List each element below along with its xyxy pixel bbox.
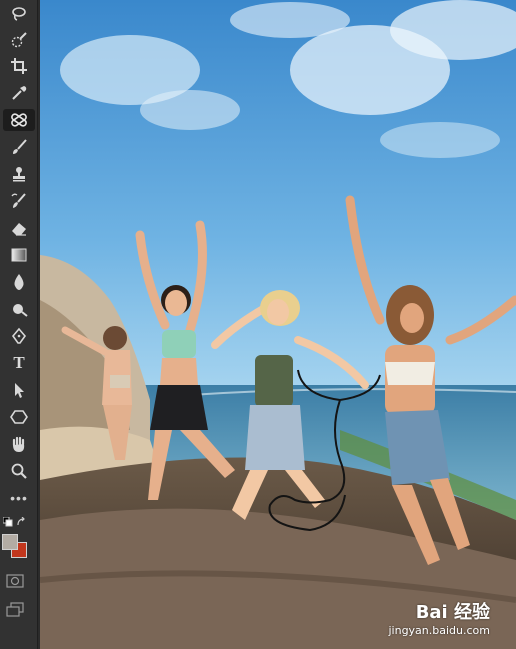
blur-tool[interactable]	[3, 271, 35, 293]
default-colors-icon[interactable]	[3, 517, 13, 527]
hand-tool[interactable]	[3, 433, 35, 455]
path-selection-tool[interactable]	[3, 379, 35, 401]
zoom-tool[interactable]	[3, 460, 35, 482]
brush-icon	[13, 139, 27, 154]
brush-tool[interactable]	[3, 136, 35, 158]
pen-tool[interactable]	[3, 325, 35, 347]
eraser-icon	[12, 223, 26, 236]
dodge-icon	[13, 304, 28, 317]
more-tools[interactable]: •••	[3, 487, 35, 509]
hexagon-icon	[10, 410, 28, 424]
dodge-tool[interactable]	[3, 298, 35, 320]
shape-tool[interactable]	[3, 406, 35, 428]
quick-mask-icon[interactable]	[6, 574, 24, 588]
lasso-icon	[12, 7, 26, 21]
pen-icon	[11, 327, 27, 344]
lasso-tool[interactable]	[3, 3, 35, 25]
document-canvas[interactable]: Bai 经验 jingyan.baidu.com	[40, 0, 516, 649]
photo-beach-jump	[40, 0, 516, 649]
arrow-icon	[15, 383, 24, 398]
crop-tool[interactable]	[3, 55, 35, 77]
screen-mode-icon[interactable]	[6, 602, 24, 618]
swap-colors-icon[interactable]	[16, 517, 26, 527]
type-tool[interactable]: T	[3, 352, 35, 374]
eyedropper-icon	[12, 86, 27, 100]
eyedropper-tool[interactable]	[3, 82, 35, 104]
clone-stamp-tool[interactable]	[3, 163, 35, 185]
type-icon: T	[13, 353, 25, 372]
eraser-tool[interactable]	[3, 217, 35, 239]
gradient-icon	[11, 248, 27, 262]
tools-panel: T •••	[0, 0, 38, 649]
hand-icon	[12, 436, 25, 452]
watermark-logo: Bai 经验	[415, 602, 490, 623]
foreground-color-swatch[interactable]	[2, 534, 18, 550]
healing-brush-tool[interactable]	[3, 109, 35, 131]
droplet-icon	[14, 274, 24, 290]
watermark-url: jingyan.baidu.com	[388, 624, 490, 637]
quick-selection-tool[interactable]	[3, 29, 35, 51]
bandage-icon	[11, 113, 27, 127]
history-brush-tool[interactable]	[3, 190, 35, 212]
magnifier-icon	[11, 463, 27, 479]
gradient-tool[interactable]	[3, 244, 35, 266]
crop-icon	[11, 58, 27, 74]
ellipsis-icon: •••	[10, 490, 28, 506]
baidu-jingyan-watermark: Bai 经验 jingyan.baidu.com	[388, 598, 490, 637]
stamp-icon	[13, 167, 25, 182]
quick-selection-icon	[11, 32, 27, 48]
history-brush-icon	[11, 193, 26, 208]
